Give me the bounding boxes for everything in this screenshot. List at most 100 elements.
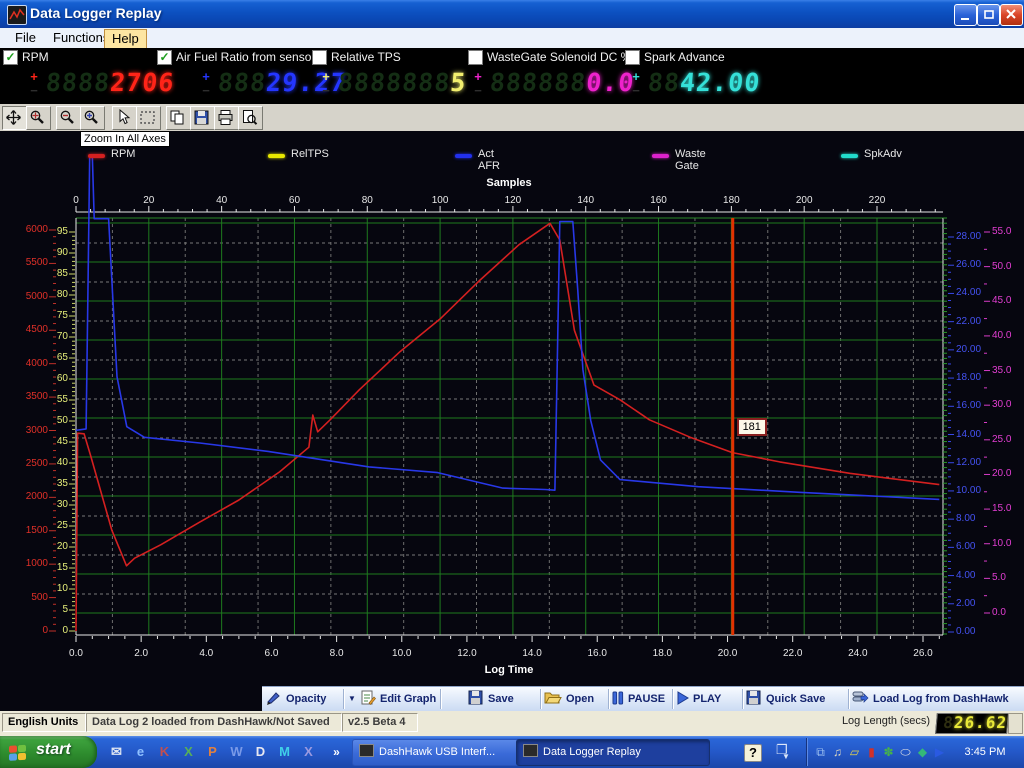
tray-diamond-icon[interactable]: ◆	[914, 744, 931, 760]
toolbar-button-pan[interactable]	[2, 106, 27, 130]
resize-grip[interactable]	[1008, 713, 1023, 734]
samples-axis-title: Samples	[409, 177, 609, 189]
plus-glyph: +	[322, 69, 330, 84]
afr-tick: 18.00	[956, 372, 996, 383]
time-tick: 2.0	[126, 648, 156, 659]
ghost-digits: 888888	[489, 68, 588, 97]
print-preview-icon	[241, 109, 258, 126]
pointer-icon	[115, 109, 132, 126]
tray-network-icon[interactable]: ⧉	[812, 744, 829, 760]
seg-digits: 8888880.0	[489, 68, 636, 97]
tps-tick: 5	[42, 604, 68, 615]
checkbox-label: RPM	[22, 50, 49, 64]
time-tick: 0.0	[61, 648, 91, 659]
internet-explorer-icon[interactable]: e	[132, 744, 149, 760]
task-button-data-logger-replay[interactable]: Data Logger Replay	[516, 739, 710, 766]
toolbar-button-zoom-in[interactable]	[80, 106, 105, 130]
tps-tick: 65	[42, 352, 68, 363]
tray-volume-icon[interactable]: ♫	[829, 744, 846, 760]
checkbox-label: Relative TPS	[331, 50, 401, 64]
ghost-digits: 88	[647, 68, 682, 97]
tps-tick: 40	[42, 457, 68, 468]
start-button[interactable]: start	[0, 736, 97, 768]
samples-tick: 20	[134, 195, 164, 206]
quick-launch-overflow-chevron[interactable]: »	[328, 744, 345, 760]
outlook-express-icon[interactable]: ✉	[108, 744, 125, 760]
afr-tick: 8.00	[956, 513, 996, 524]
legend-swatch	[841, 154, 858, 158]
checkbox-spark-advance[interactable]	[625, 50, 640, 65]
access-icon[interactable]: K	[156, 744, 173, 760]
messenger-icon[interactable]: M	[276, 744, 293, 760]
tray-sync-icon[interactable]: ✽	[880, 744, 897, 760]
tps-tick: 35	[42, 478, 68, 489]
wastegate-tick: 35.0	[992, 365, 1024, 376]
toolbar-button-zoom-all-axes[interactable]	[26, 106, 51, 130]
close-button[interactable]	[1000, 4, 1023, 26]
menu-item-help[interactable]: Help	[104, 29, 147, 50]
checkbox-wastegate-solenoid-dc-[interactable]	[468, 50, 483, 65]
checkbox-label: Air Fuel Ratio from sensor	[176, 50, 315, 64]
x-app-icon[interactable]: X	[300, 744, 317, 760]
tps-tick: 90	[42, 247, 68, 258]
samples-tick: 140	[571, 195, 601, 206]
time-tick: 22.0	[778, 648, 808, 659]
toolbar-button-select-region[interactable]	[136, 106, 161, 130]
sign-indicator: +−	[26, 70, 42, 97]
status-message: Data Log 2 loaded from DashHawk/Not Save…	[86, 713, 342, 732]
minus-glyph: −	[198, 84, 214, 97]
plus-glyph: +	[202, 69, 210, 84]
toolbar-button-zoom-out[interactable]	[56, 106, 81, 130]
toolbar-button-copy[interactable]	[166, 106, 191, 130]
cursor-sample-label[interactable]: 181	[737, 418, 767, 436]
samples-tick: 40	[207, 195, 237, 206]
tray-card-icon[interactable]: ▱	[846, 744, 863, 760]
samples-tick: 0	[61, 195, 91, 206]
tray-alert-book-icon[interactable]: ▮	[863, 744, 880, 760]
word-icon[interactable]: W	[228, 744, 245, 760]
series-rpm	[76, 223, 939, 631]
samples-tick: 200	[789, 195, 819, 206]
checkbox-relative-tps[interactable]	[312, 50, 327, 65]
series-act-afr	[76, 155, 939, 499]
tps-tick: 10	[42, 583, 68, 594]
legend-label: RelTPS	[291, 148, 329, 160]
tps-tick: 55	[42, 394, 68, 405]
checkbox-air-fuel-ratio-from-sensor[interactable]: ✓	[157, 50, 172, 65]
task-button-dashhawk-usb-interf-[interactable]: DashHawk USB Interf...	[352, 739, 522, 766]
tps-tick: 50	[42, 415, 68, 426]
title-bar: Data Logger Replay	[0, 0, 1024, 28]
afr-tick: 12.00	[956, 457, 996, 468]
chart-legend: RPMRelTPSAct AFRWaste GateSpkAdv	[0, 148, 1024, 164]
help-tray-icon[interactable]: ?	[744, 744, 762, 762]
frontpage-icon[interactable]: D	[252, 744, 269, 760]
time-tick: 24.0	[843, 648, 873, 659]
wastegate-tick: 25.0	[992, 434, 1024, 445]
powerpoint-icon[interactable]: P	[204, 744, 221, 760]
plot-canvas[interactable]	[0, 131, 1024, 711]
task-label: DashHawk USB Interf...	[379, 746, 495, 758]
start-label: start	[36, 741, 71, 759]
checkbox-rpm[interactable]: ✓	[3, 50, 18, 65]
excel-icon[interactable]: X	[180, 744, 197, 760]
chevron-down-icon[interactable]: ▼	[782, 752, 790, 761]
tps-tick: 30	[42, 499, 68, 510]
save-icon	[193, 109, 210, 126]
time-tick: 10.0	[387, 648, 417, 659]
tps-tick: 0	[42, 625, 68, 636]
wastegate-tick: 50.0	[992, 261, 1024, 272]
tray-media-play-icon[interactable]: ▶	[931, 744, 948, 760]
menu-item-file[interactable]: File	[8, 29, 43, 48]
toolbar-button-print[interactable]	[214, 106, 239, 130]
maximize-button[interactable]	[977, 4, 1000, 26]
channel-toggle-bar: ✓ RPM ✓ Air Fuel Ratio from sensor Relative …	[0, 48, 1024, 66]
toolbar-button-print-preview[interactable]	[238, 106, 263, 130]
minimize-button[interactable]	[954, 4, 977, 26]
toolbar-button-save[interactable]	[190, 106, 215, 130]
afr-tick: 2.00	[956, 598, 996, 609]
toolbar-button-pointer[interactable]	[112, 106, 137, 130]
tps-tick: 45	[42, 436, 68, 447]
tray-mouse-icon[interactable]: ⬭	[897, 744, 914, 760]
time-tick: 18.0	[647, 648, 677, 659]
windows-flag-icon	[8, 743, 28, 766]
